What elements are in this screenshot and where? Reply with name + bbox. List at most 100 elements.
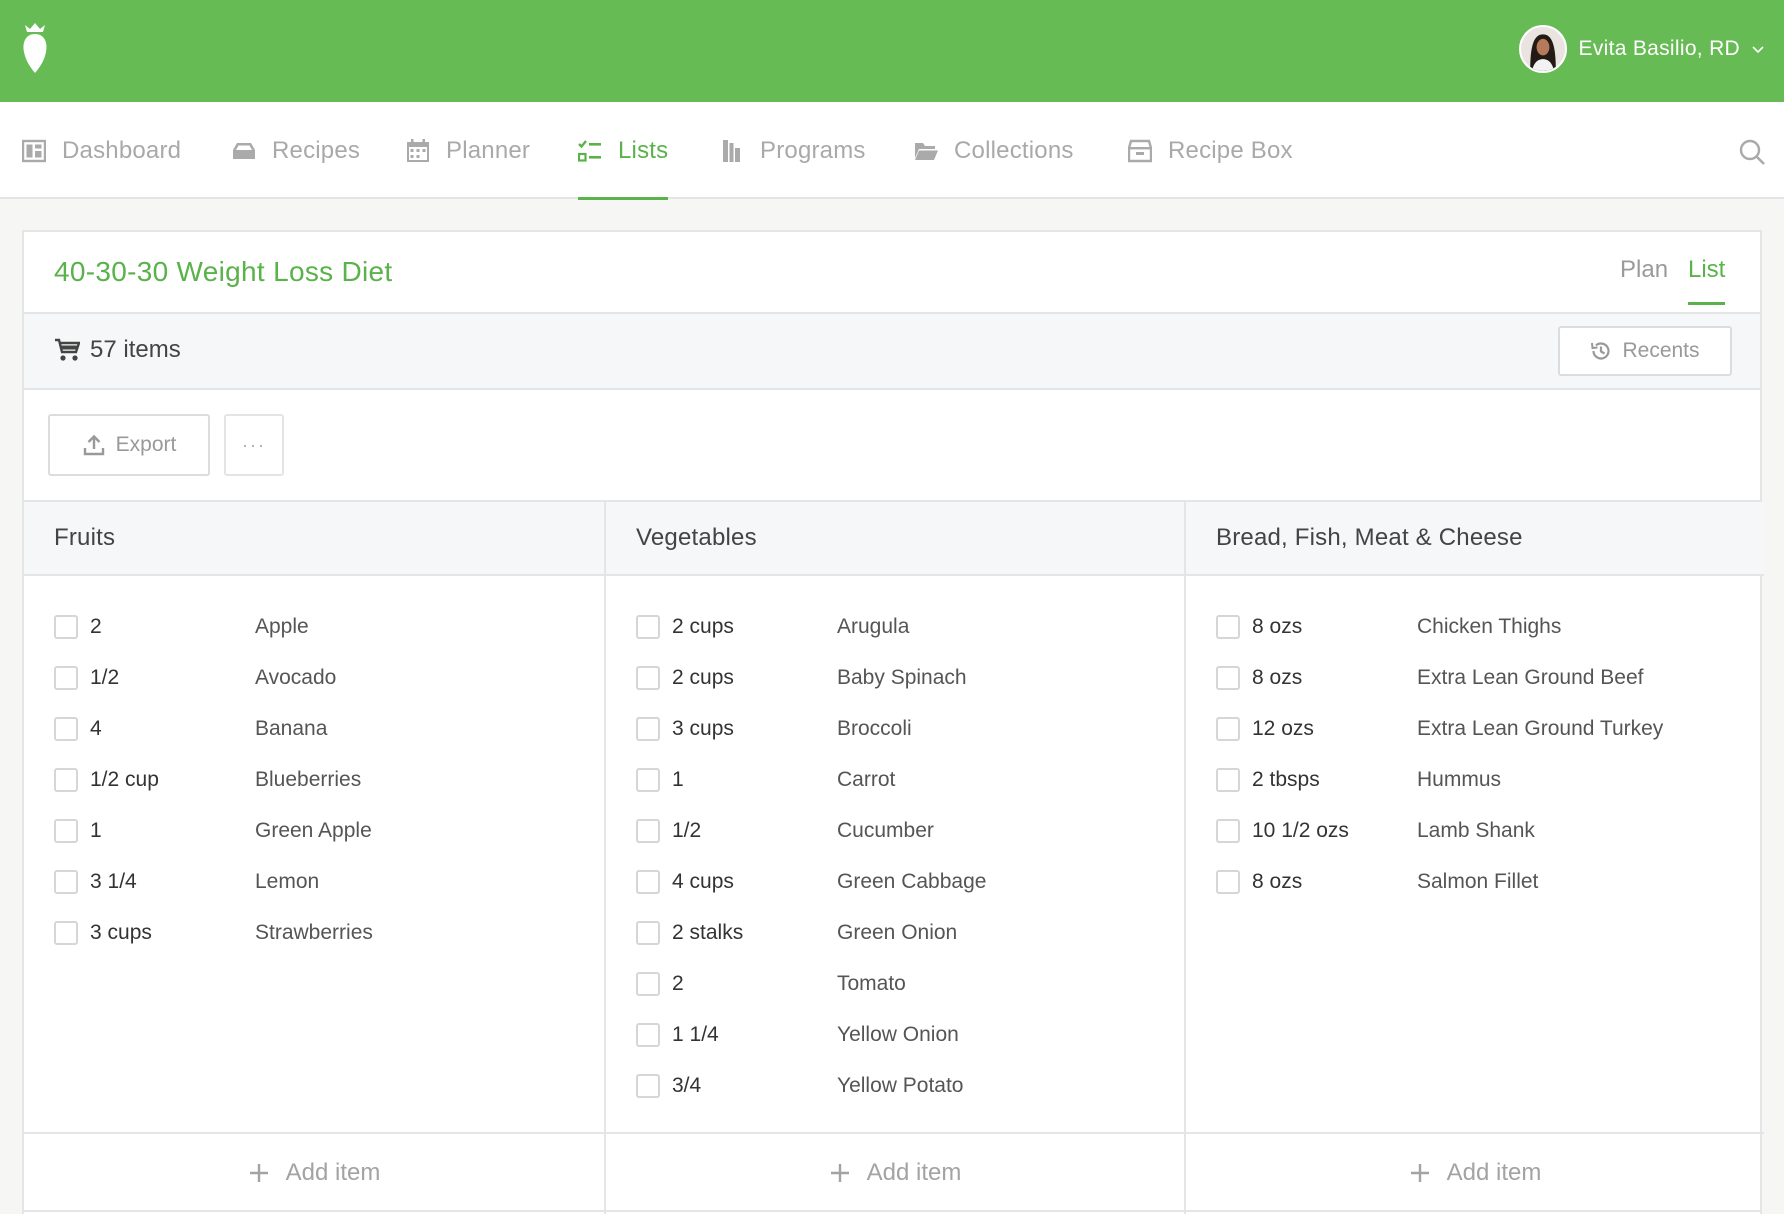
add-item-button[interactable]: Add item bbox=[1186, 1132, 1764, 1212]
plus-icon bbox=[1410, 1164, 1429, 1182]
list-item[interactable]: 8 ozs Chicken Thighs bbox=[1216, 612, 1561, 642]
list-item[interactable]: 2 cups Baby Spinach bbox=[636, 663, 967, 693]
search-icon[interactable] bbox=[1738, 138, 1766, 166]
list-item[interactable]: 12 ozs Extra Lean Ground Turkey bbox=[1216, 714, 1663, 744]
item-checkbox[interactable] bbox=[54, 768, 78, 792]
item-checkbox[interactable] bbox=[636, 768, 660, 792]
item-name: Green Apple bbox=[255, 819, 372, 842]
item-checkbox[interactable] bbox=[636, 819, 660, 843]
list-item[interactable]: 2 Tomato bbox=[636, 969, 906, 999]
export-button[interactable]: Export bbox=[48, 414, 210, 476]
item-list: 8 ozs Chicken Thighs 8 ozs Extra Lean Grou… bbox=[1186, 576, 1764, 1132]
list-item[interactable]: 8 ozs Salmon Fillet bbox=[1216, 867, 1538, 897]
list-item[interactable]: 8 ozs Extra Lean Ground Beef bbox=[1216, 663, 1643, 693]
item-checkbox[interactable] bbox=[54, 921, 78, 945]
item-checkbox[interactable] bbox=[54, 615, 78, 639]
tab-lists[interactable]: Lists bbox=[578, 102, 669, 200]
item-quantity: 2 cups bbox=[672, 666, 734, 689]
item-checkbox[interactable] bbox=[636, 615, 660, 639]
item-checkbox[interactable] bbox=[54, 870, 78, 894]
list-item[interactable]: 1/2 cup Blueberries bbox=[54, 765, 361, 795]
item-quantity: 1/2 bbox=[672, 819, 702, 842]
item-quantity: 2 bbox=[672, 972, 684, 995]
item-name: Extra Lean Ground Beef bbox=[1417, 666, 1644, 689]
item-quantity: 3 cups bbox=[90, 921, 152, 944]
item-checkbox[interactable] bbox=[1216, 870, 1240, 894]
item-checkbox[interactable] bbox=[1216, 666, 1240, 690]
calendar-icon bbox=[407, 138, 429, 162]
list-item[interactable]: 2 tbsps Hummus bbox=[1216, 765, 1501, 795]
list-item[interactable]: 2 cups Arugula bbox=[636, 612, 909, 642]
tab-plan[interactable]: Plan bbox=[1620, 256, 1668, 284]
item-count: 57 items bbox=[54, 336, 181, 364]
list-item[interactable]: 3/4 Yellow Potato bbox=[636, 1071, 963, 1101]
tab-collections[interactable]: Collections bbox=[914, 102, 1074, 199]
list-item[interactable]: 1 Green Apple bbox=[54, 816, 372, 846]
item-checkbox[interactable] bbox=[636, 666, 660, 690]
list-item[interactable]: 3 cups Strawberries bbox=[54, 918, 373, 948]
recents-label: Recents bbox=[1622, 339, 1700, 362]
dashboard-icon bbox=[22, 139, 46, 162]
list-item[interactable]: 1/2 Cucumber bbox=[636, 816, 934, 846]
item-name: Carrot bbox=[837, 768, 896, 791]
item-checkbox[interactable] bbox=[636, 1023, 660, 1047]
item-name: Strawberries bbox=[255, 921, 373, 944]
list-item[interactable]: 10 1/2 ozs Lamb Shank bbox=[1216, 816, 1535, 846]
item-checkbox[interactable] bbox=[54, 717, 78, 741]
item-quantity: 4 bbox=[90, 717, 102, 740]
list-item[interactable]: 1 Carrot bbox=[636, 765, 895, 795]
item-checkbox[interactable] bbox=[54, 666, 78, 690]
user-name: Evita Basilio, RD bbox=[1578, 37, 1740, 60]
add-item-button[interactable]: Add item bbox=[24, 1132, 604, 1212]
tab-programs[interactable]: Programs bbox=[720, 102, 866, 199]
recipes-icon bbox=[233, 142, 255, 159]
box-icon bbox=[1128, 139, 1152, 162]
item-checkbox[interactable] bbox=[1216, 768, 1240, 792]
list-item[interactable]: 4 Banana bbox=[54, 714, 327, 744]
tab-list[interactable]: List bbox=[1688, 256, 1726, 305]
list-item[interactable]: 1/2 Avocado bbox=[54, 663, 336, 693]
folder-icon bbox=[915, 142, 938, 160]
item-name: Lemon bbox=[255, 870, 320, 893]
item-checkbox[interactable] bbox=[636, 921, 660, 945]
category-title: Bread, Fish, Meat & Cheese bbox=[1186, 502, 1764, 576]
tab-recipe-box[interactable]: Recipe Box bbox=[1128, 102, 1293, 199]
add-item-button[interactable]: Add item bbox=[606, 1132, 1184, 1212]
list-item[interactable]: 1 1/4 Yellow Onion bbox=[636, 1020, 959, 1050]
item-quantity: 8 ozs bbox=[1252, 666, 1303, 689]
item-quantity: 1/2 bbox=[90, 666, 120, 689]
item-name: Green Cabbage bbox=[837, 870, 987, 893]
turnip-logo-icon[interactable] bbox=[20, 22, 50, 74]
tab-recipes[interactable]: Recipes bbox=[232, 102, 360, 199]
item-name: Lamb Shank bbox=[1417, 819, 1535, 842]
plus-icon bbox=[249, 1164, 268, 1182]
tab-planner[interactable]: Planner bbox=[406, 102, 530, 199]
item-checkbox[interactable] bbox=[636, 1074, 660, 1098]
add-item-label: Add item bbox=[285, 1159, 381, 1186]
list-item[interactable]: 2 stalks Green Onion bbox=[636, 918, 957, 948]
recents-button[interactable]: Recents bbox=[1558, 326, 1732, 376]
list-item[interactable]: 3 cups Broccoli bbox=[636, 714, 912, 744]
more-options-button[interactable]: ··· bbox=[224, 414, 284, 476]
list-item[interactable]: 2 Apple bbox=[54, 612, 309, 642]
item-checkbox[interactable] bbox=[1216, 819, 1240, 843]
tab-label: Lists bbox=[618, 136, 669, 164]
list-item[interactable]: 4 cups Green Cabbage bbox=[636, 867, 986, 897]
add-item-label: Add item bbox=[866, 1159, 962, 1186]
top-bar: Evita Basilio, RD bbox=[0, 0, 1784, 102]
item-checkbox[interactable] bbox=[1216, 717, 1240, 741]
item-checkbox[interactable] bbox=[54, 819, 78, 843]
user-menu[interactable]: Evita Basilio, RD bbox=[1518, 24, 1766, 74]
item-checkbox[interactable] bbox=[636, 870, 660, 894]
item-checkbox[interactable] bbox=[636, 717, 660, 741]
item-quantity: 8 ozs bbox=[1252, 870, 1303, 893]
item-quantity: 2 cups bbox=[672, 615, 734, 638]
plan-title[interactable]: 40-30-30 Weight Loss Diet bbox=[54, 256, 393, 288]
item-checkbox[interactable] bbox=[1216, 615, 1240, 639]
item-quantity: 1 bbox=[90, 819, 102, 842]
category-title: Fruits bbox=[24, 502, 604, 576]
tab-dashboard[interactable]: Dashboard bbox=[22, 102, 181, 199]
item-checkbox[interactable] bbox=[636, 972, 660, 996]
list-item[interactable]: 3 1/4 Lemon bbox=[54, 867, 319, 897]
tab-label: Programs bbox=[760, 136, 866, 164]
